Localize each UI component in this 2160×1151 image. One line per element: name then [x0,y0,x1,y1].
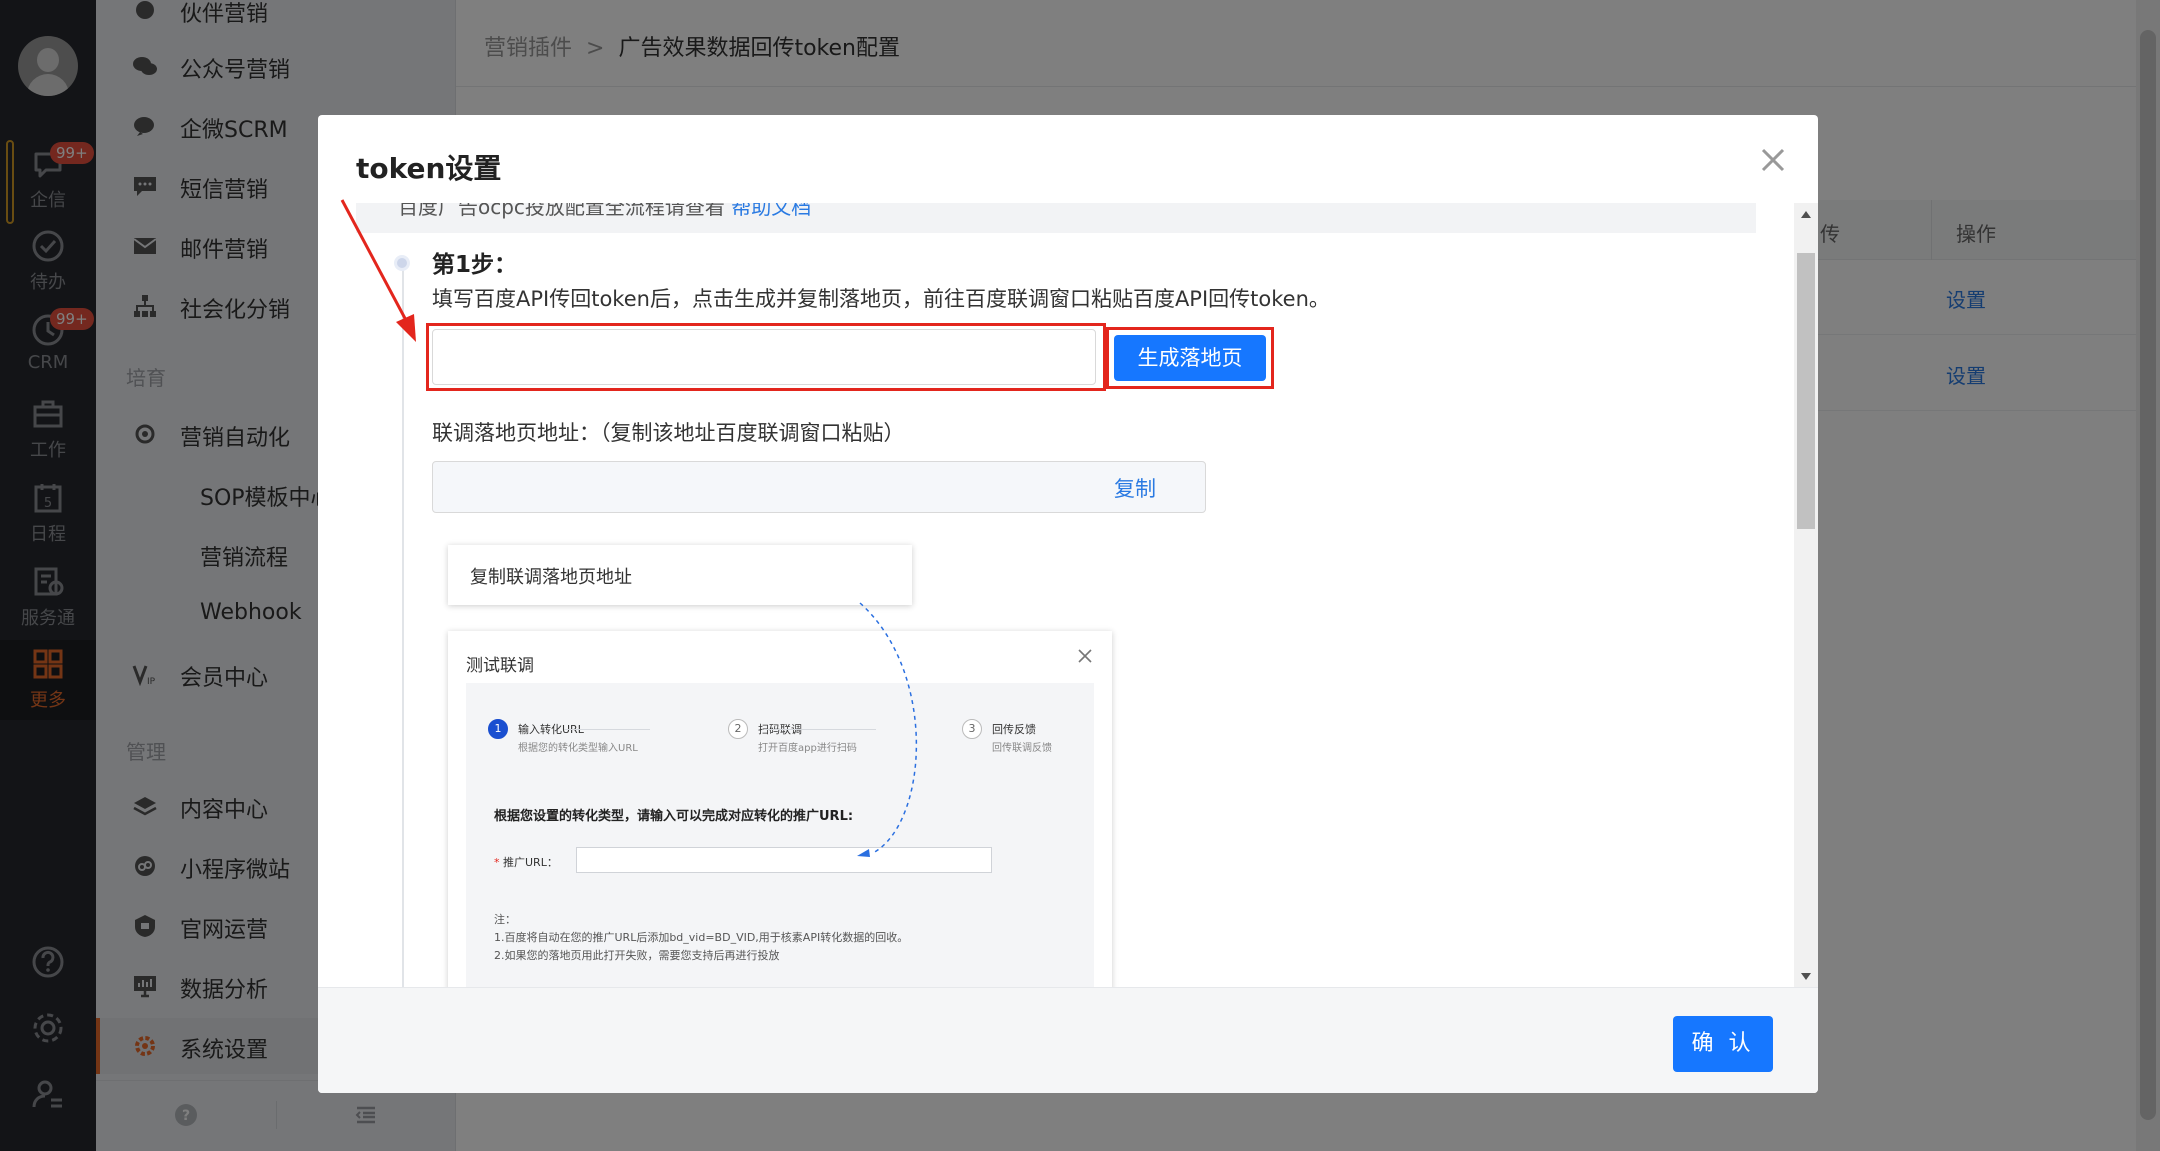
dialog-title: token设置 [356,152,502,185]
dialog-scrollbar[interactable] [1794,203,1818,987]
confirm-button[interactable]: 确 认 [1673,1016,1773,1072]
dialog-footer: 确 认 [318,987,1818,1093]
dialog-body: 百度广告ocpc投放配置全流程请查看 帮助文档 第1步： 填写百度API传回to… [318,203,1818,987]
token-settings-dialog: token设置 百度广告ocpc投放配置全流程请查看 帮助文档 第1步： 填写百… [318,115,1818,1093]
dashed-arrow [857,602,918,857]
close-icon[interactable] [1758,145,1788,175]
scrollbar-thumb[interactable] [1797,253,1815,529]
scroll-up-icon[interactable] [1801,211,1811,218]
scroll-down-icon[interactable] [1801,973,1811,980]
